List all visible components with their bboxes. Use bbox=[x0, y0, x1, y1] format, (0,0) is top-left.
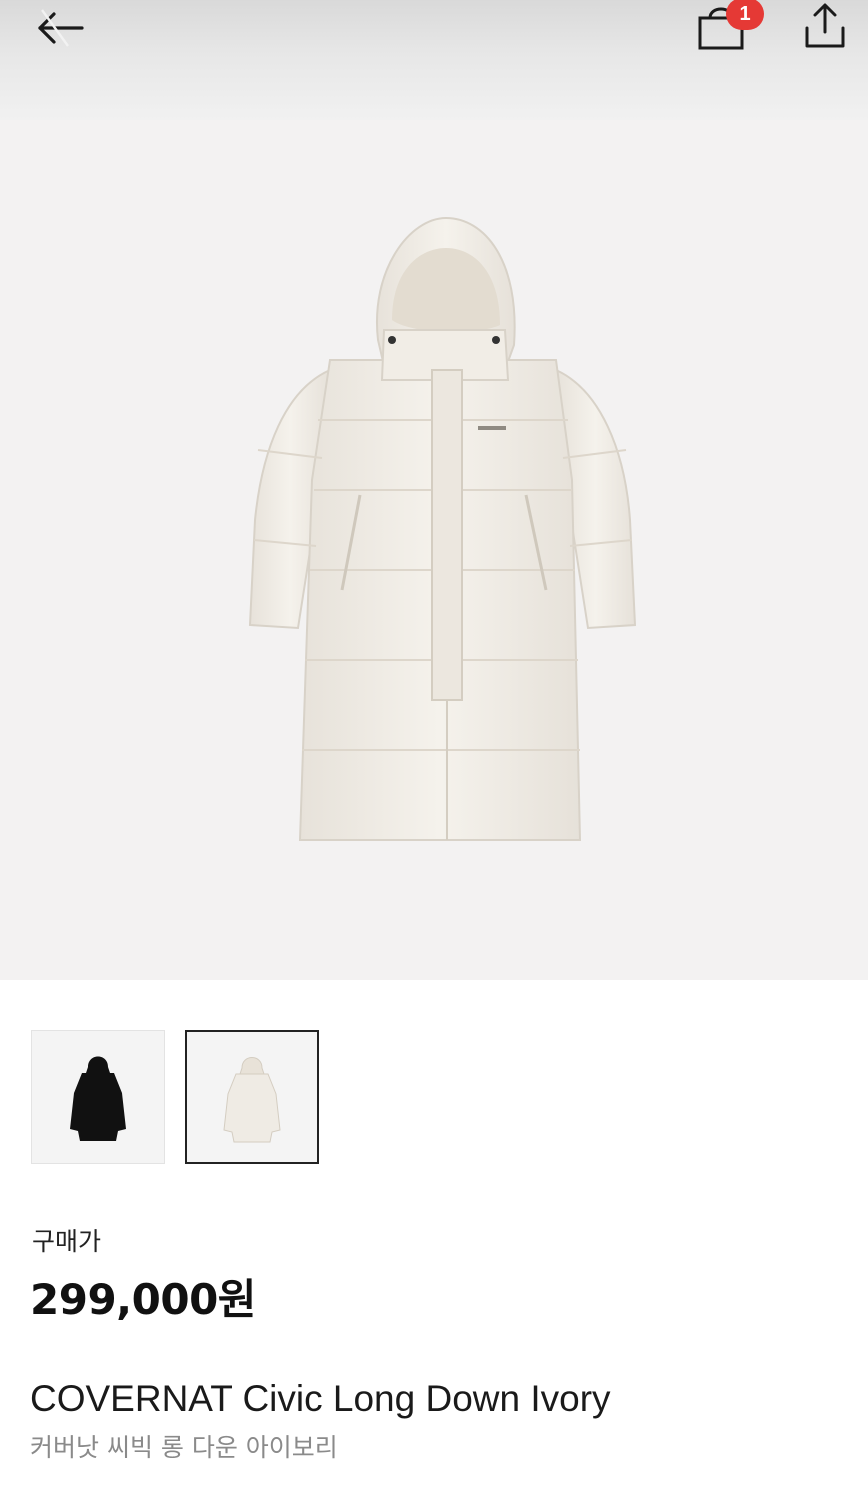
product-main-image[interactable] bbox=[0, 120, 868, 980]
top-bar: 1 bbox=[0, 0, 868, 120]
thumbnail-black[interactable] bbox=[31, 1030, 165, 1164]
thumbnail-ivory[interactable] bbox=[185, 1030, 319, 1164]
share-icon bbox=[805, 3, 845, 48]
price-value: 299,000원 bbox=[30, 1275, 256, 1324]
black-jacket-thumbnail-image bbox=[70, 1056, 126, 1141]
back-arrow-icon bbox=[38, 9, 84, 47]
share-button[interactable] bbox=[796, 0, 854, 56]
back-button[interactable] bbox=[28, 4, 90, 52]
product-detail-page: 1 구매가 299,000원 COVERNAT Civic Long Down … bbox=[0, 0, 868, 1500]
product-name-korean: 커버낫 씨빅 롱 다운 아이보리 bbox=[30, 1433, 338, 1462]
product-name-english: COVERNAT Civic Long Down Ivory bbox=[30, 1378, 611, 1419]
cart-count-badge: 1 bbox=[726, 0, 764, 30]
price-label: 구매가 bbox=[32, 1227, 102, 1256]
long-down-jacket-image bbox=[248, 216, 637, 841]
ivory-jacket-thumbnail-image bbox=[223, 1057, 281, 1143]
